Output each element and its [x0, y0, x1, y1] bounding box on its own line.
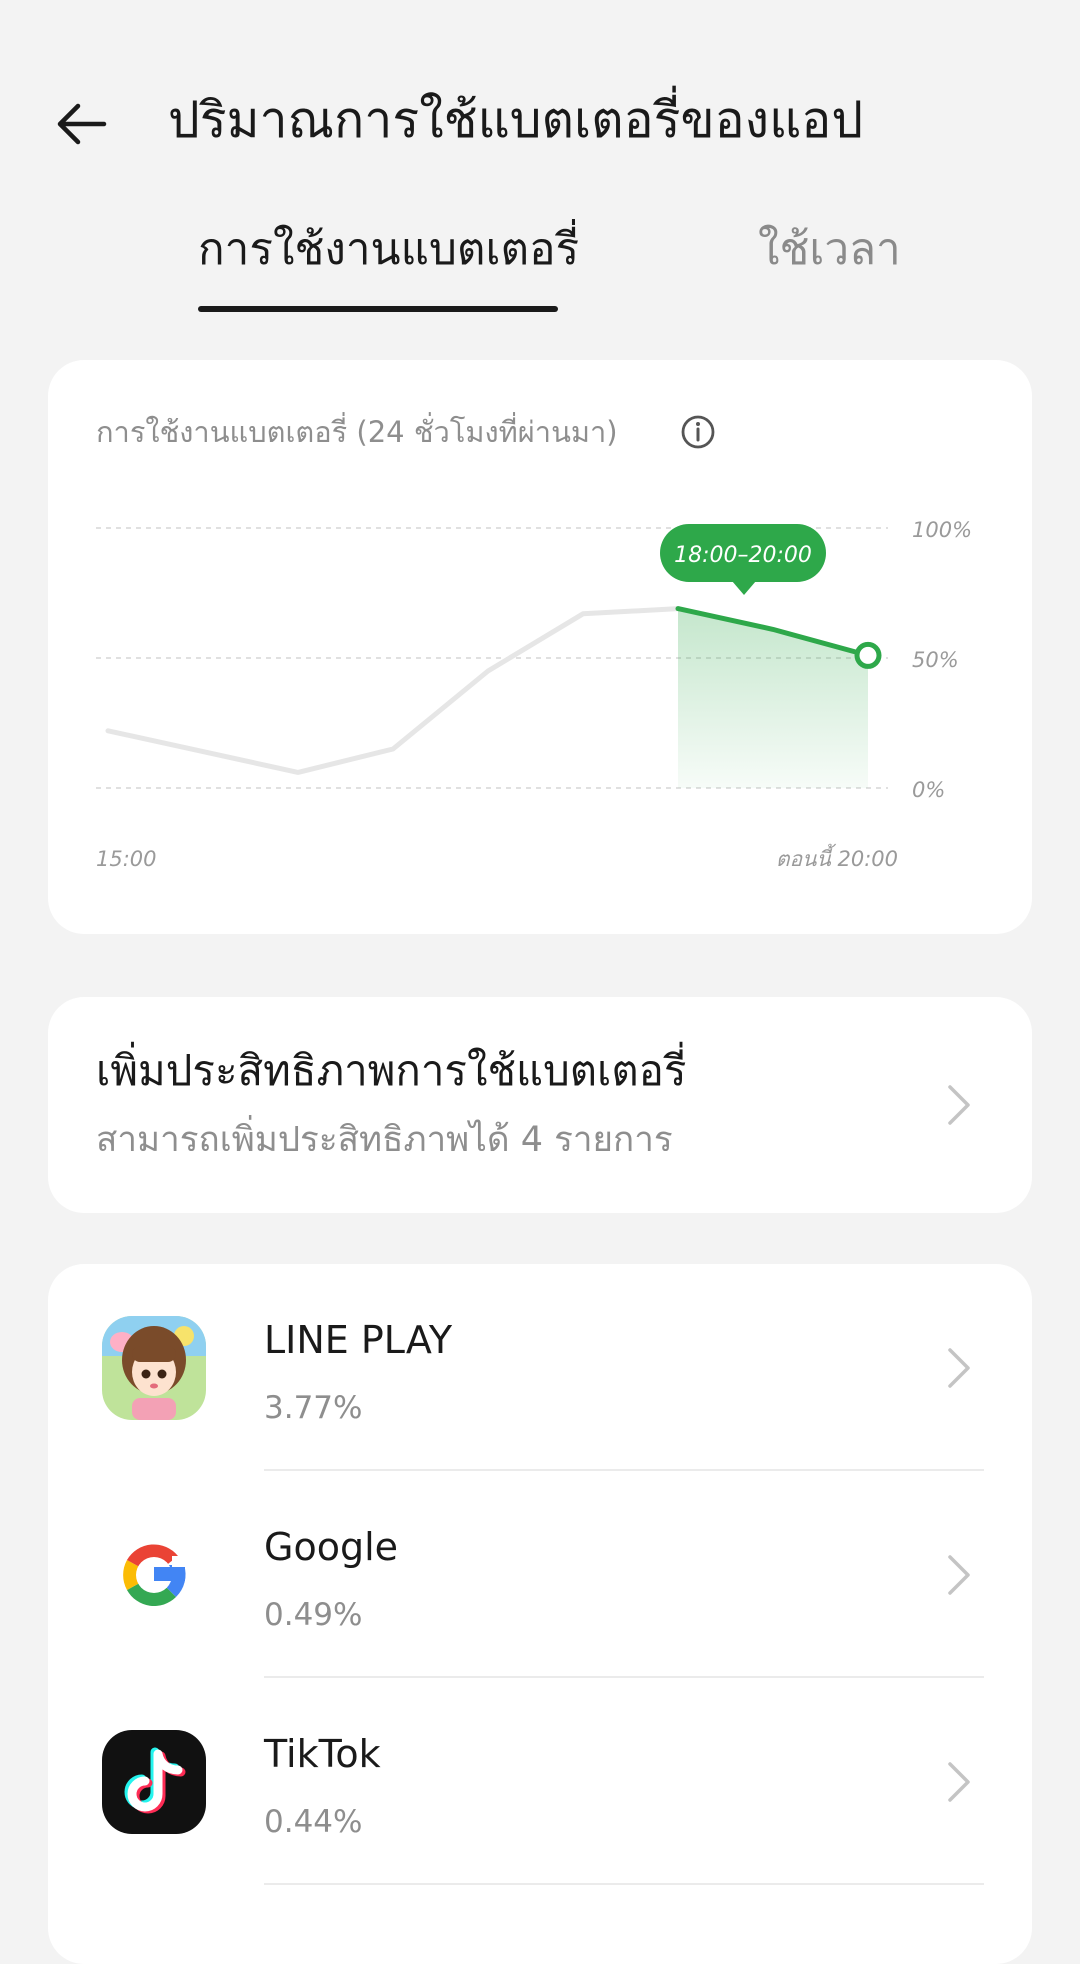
x-label-end: ตอนนี้ 20:00	[776, 843, 898, 871]
divider	[264, 1883, 984, 1885]
battery-usage-chart-card: 100% 50% 0% 18:00–20:00 15:00 ตอนนี้ 20:…	[48, 360, 1032, 934]
app-usage-list: LINE PLAY 3.77% Google 0.49% TikTok 0.44…	[48, 1264, 1032, 1964]
tab-usage-time[interactable]: ใช้เวลา	[758, 210, 901, 290]
chevron-right-icon	[948, 1555, 970, 1595]
y-tick-label-100: 100%	[912, 518, 972, 542]
optimize-subtitle: สามารถเพิ่มประสิทธิภาพได้ 4 รายการ	[96, 1120, 673, 1160]
list-item[interactable]: Google 0.49%	[48, 1471, 1032, 1678]
highlight-area	[678, 608, 868, 788]
current-point-marker	[854, 641, 882, 669]
app-name: LINE PLAY	[264, 1318, 453, 1362]
tab-battery-usage[interactable]: การใช้งานแบตเตอรี่	[198, 210, 579, 290]
usage-line-earlier	[105, 606, 681, 775]
app-usage-percent: 0.49%	[264, 1597, 363, 1633]
y-tick-label-0: 0%	[912, 778, 945, 802]
tiktok-app-icon	[102, 1730, 206, 1834]
optimize-title: เพิ่มประสิทธิภาพการใช้แบตเตอรี่	[96, 1046, 687, 1095]
optimize-battery-card[interactable]: เพิ่มประสิทธิภาพการใช้แบตเตอรี่ สามารถเพ…	[48, 997, 1032, 1213]
app-usage-percent: 0.44%	[264, 1804, 363, 1840]
line-play-app-icon	[102, 1316, 206, 1420]
app-name: Google	[264, 1525, 399, 1569]
tab-bar: การใช้งานแบตเตอรี่ ใช้เวลา	[0, 210, 1080, 320]
google-app-icon	[102, 1523, 206, 1627]
chevron-right-icon	[948, 1348, 970, 1388]
x-label-start: 15:00	[96, 847, 157, 871]
range-tooltip-label: 18:00–20:00	[674, 543, 812, 568]
arrow-left-icon[interactable]	[52, 94, 112, 154]
page-title: ปริมาณการใช้แบตเตอรี่ของแอป	[168, 91, 864, 149]
chart-title: การใช้งานแบตเตอรี่ (24 ชั่วโมงที่ผ่านมา)	[96, 415, 618, 449]
list-item[interactable]: LINE PLAY 3.77%	[48, 1264, 1032, 1471]
range-tooltip: 18:00–20:00	[660, 524, 826, 595]
chevron-right-icon	[948, 1762, 970, 1802]
app-usage-percent: 3.77%	[264, 1390, 363, 1426]
app-name: TikTok	[264, 1732, 381, 1776]
header: ปริมาณการใช้แบตเตอรี่ของแอป	[0, 70, 1080, 170]
list-item[interactable]: TikTok 0.44%	[48, 1678, 1032, 1885]
chevron-right-icon	[948, 1085, 970, 1125]
info-icon[interactable]	[680, 414, 716, 450]
y-tick-label-50: 50%	[912, 648, 959, 672]
active-tab-indicator	[198, 306, 558, 312]
